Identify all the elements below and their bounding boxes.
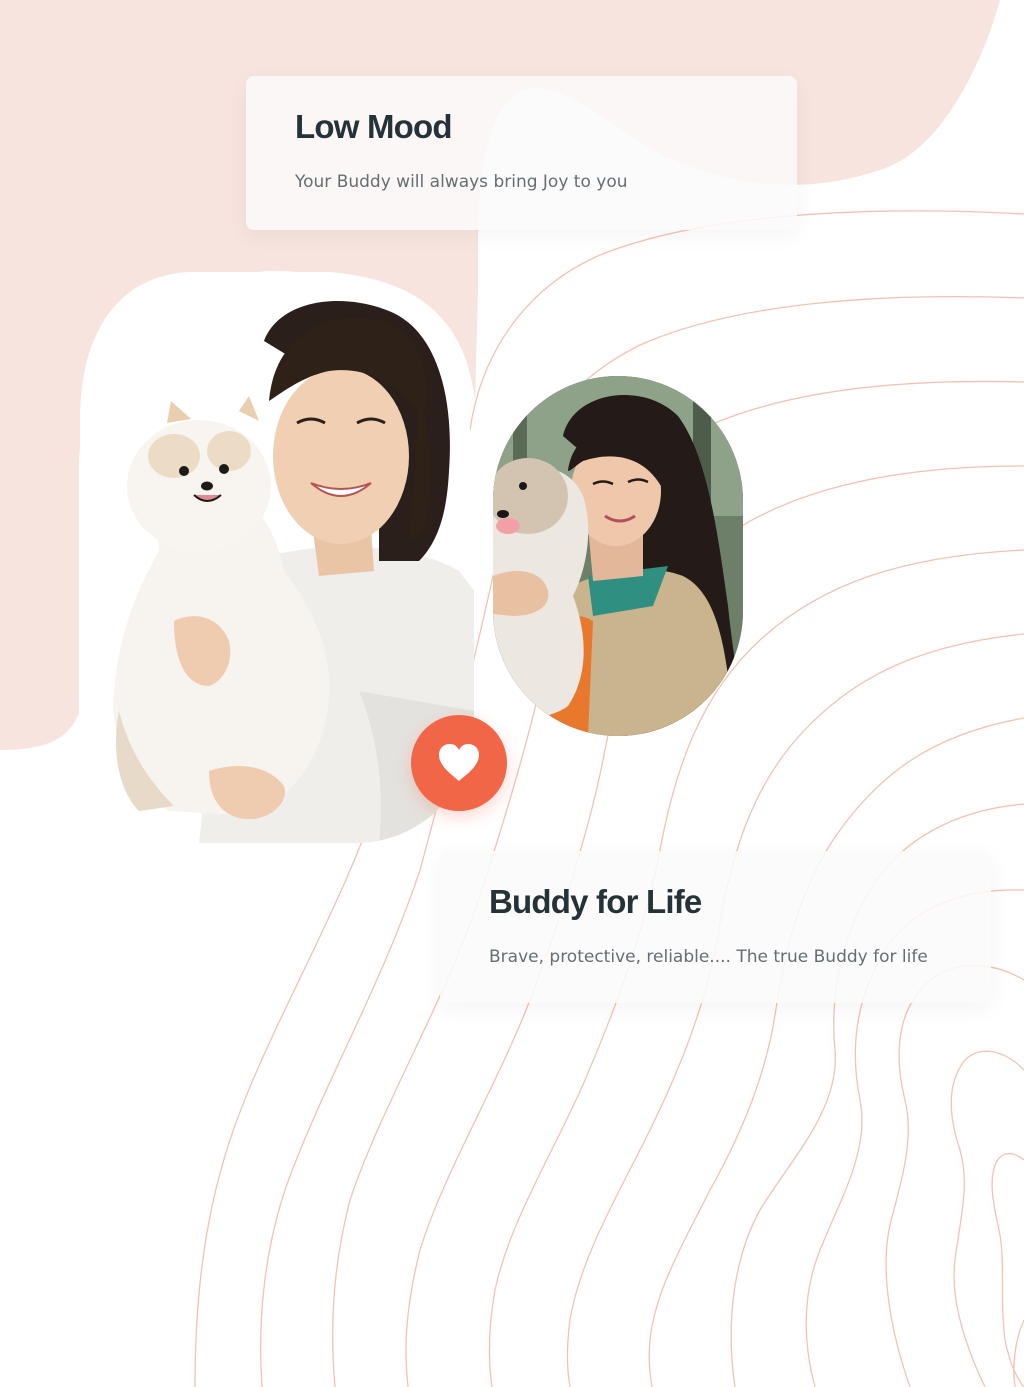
low-mood-description: Your Buddy will always bring Joy to you — [295, 172, 628, 192]
buddy-for-life-card: Buddy for Life Brave, protective, reliab… — [440, 851, 991, 1003]
heart-button[interactable] — [411, 715, 507, 811]
heart-icon — [439, 744, 479, 781]
woman-with-puppy-photo — [493, 376, 743, 736]
low-mood-title: Low Mood — [295, 108, 453, 145]
low-mood-card: Low Mood Your Buddy will always bring Jo… — [246, 76, 797, 230]
buddy-for-life-description: Brave, protective, reliable.... The true… — [489, 947, 928, 967]
buddy-for-life-title: Buddy for Life — [489, 883, 702, 920]
